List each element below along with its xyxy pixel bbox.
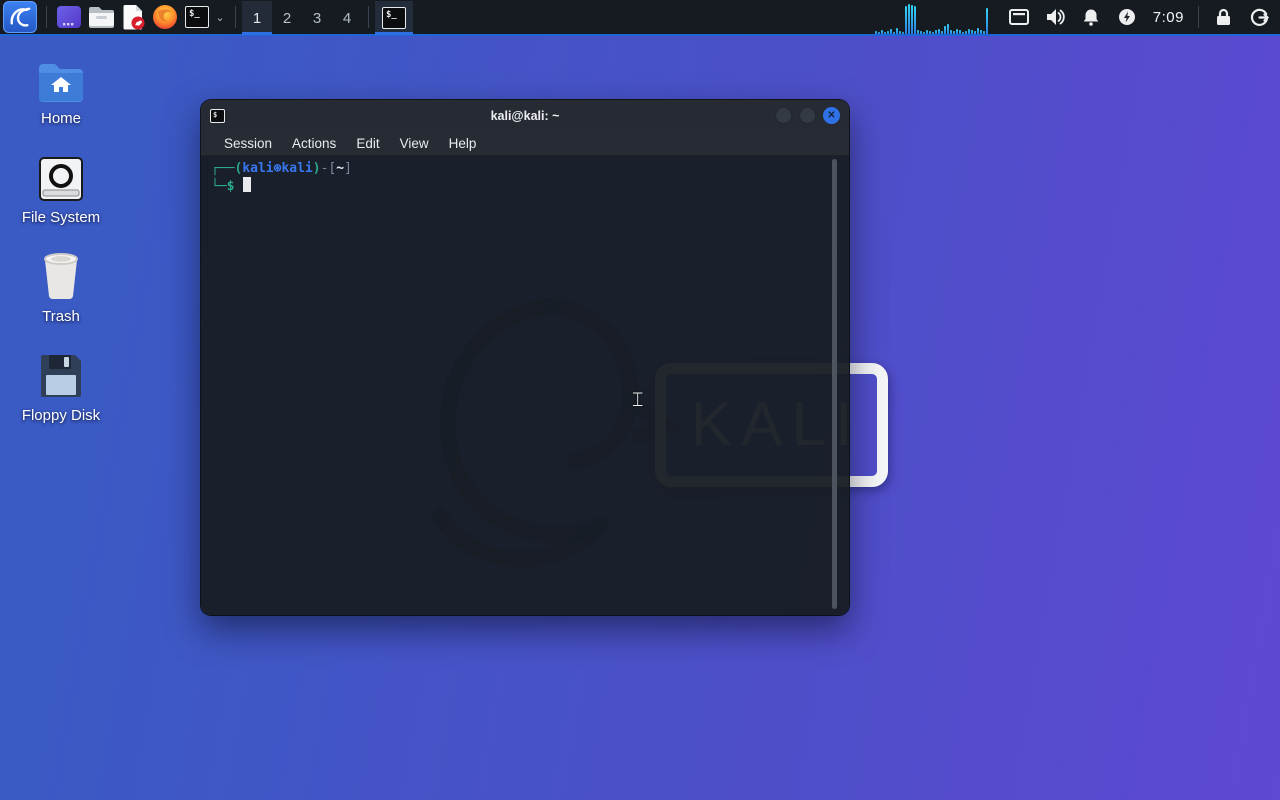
power-manager-icon[interactable] [1114,0,1140,35]
terminal-scrollbar[interactable] [832,159,837,609]
desktop-icons: Home File System Trash [16,50,106,446]
launcher-file-manager[interactable] [86,1,116,33]
launcher-terminal[interactable]: $_ [182,1,212,33]
close-button[interactable]: ✕ [823,107,840,124]
panel-separator [235,6,236,28]
desktop-icon-label: Floppy Disk [22,407,100,424]
display-icon[interactable] [1006,0,1032,35]
applications-menu-button[interactable] [3,1,37,33]
lock-icon[interactable] [1210,0,1236,35]
menu-session[interactable]: Session [214,133,282,154]
maximize-button[interactable] [799,107,816,124]
terminal-cursor [243,177,251,192]
notifications-bell-icon[interactable] [1078,0,1104,35]
workspace-3[interactable]: 3 [302,1,332,35]
window-terminal-icon: $ [210,109,225,123]
launcher-app-window[interactable] [54,1,84,33]
window-title: kali@kali: ~ [201,109,849,123]
terminal-output[interactable]: ┌──(kali⊛kali)-[~] └─$ [201,156,849,615]
terminal-window: $ kali@kali: ~ ✕ Session Actions Edit Vi… [201,100,849,615]
desktop-icon-label: Trash [42,308,80,325]
ibeam-mouse-cursor: ⌶ [632,389,643,411]
workspace-2[interactable]: 2 [272,1,302,35]
desktop-icon-file-system[interactable]: File System [16,149,106,226]
chevron-down-icon[interactable]: ⌄ [213,11,227,24]
panel-separator [1198,6,1199,28]
trash-icon [39,248,83,300]
desktop: KALI Home File System [0,0,1280,800]
desktop-icon-label: Home [41,110,81,127]
terminal-icon: $_ [185,6,209,28]
top-panel: $_ ⌄ 1 2 3 4 $_ [0,0,1280,36]
panel-clock[interactable]: 7:09 [1153,9,1184,26]
menu-view[interactable]: View [390,133,439,154]
desktop-icon-floppy-disk[interactable]: Floppy Disk [16,347,106,424]
desktop-icon-label: File System [22,209,100,226]
menu-help[interactable]: Help [439,133,487,154]
workspace-4[interactable]: 4 [332,1,362,35]
prompt-line-2: └─$ [211,177,839,195]
panel-separator [368,6,369,28]
menu-actions[interactable]: Actions [282,133,346,154]
window-menubar: Session Actions Edit View Help [201,131,849,156]
text-editor-icon [120,4,146,30]
workspace-1[interactable]: 1 [242,1,272,35]
app-window-icon [56,4,82,30]
window-titlebar[interactable]: $ kali@kali: ~ ✕ [201,100,849,131]
desktop-icon-trash[interactable]: Trash [16,248,106,325]
logout-icon[interactable] [1246,0,1272,35]
launcher-text-editor[interactable] [118,1,148,33]
firefox-icon [152,4,178,30]
prompt-line-1: ┌──(kali⊛kali)-[~] [211,160,839,177]
file-manager-icon [88,5,115,29]
desktop-icon-home[interactable]: Home [16,50,106,127]
kali-logo-icon [9,5,31,29]
minimize-button[interactable] [775,107,792,124]
floppy-disk-icon [39,347,83,399]
file-system-drive-icon [38,149,84,201]
taskbar-terminal-window-button[interactable]: $_ [375,1,413,35]
cpu-graph[interactable] [875,0,993,34]
menu-edit[interactable]: Edit [346,133,389,154]
terminal-icon: $_ [382,7,406,29]
launcher-firefox[interactable] [150,1,180,33]
volume-icon[interactable] [1042,0,1068,35]
home-folder-icon [37,50,85,102]
panel-separator [46,6,47,28]
